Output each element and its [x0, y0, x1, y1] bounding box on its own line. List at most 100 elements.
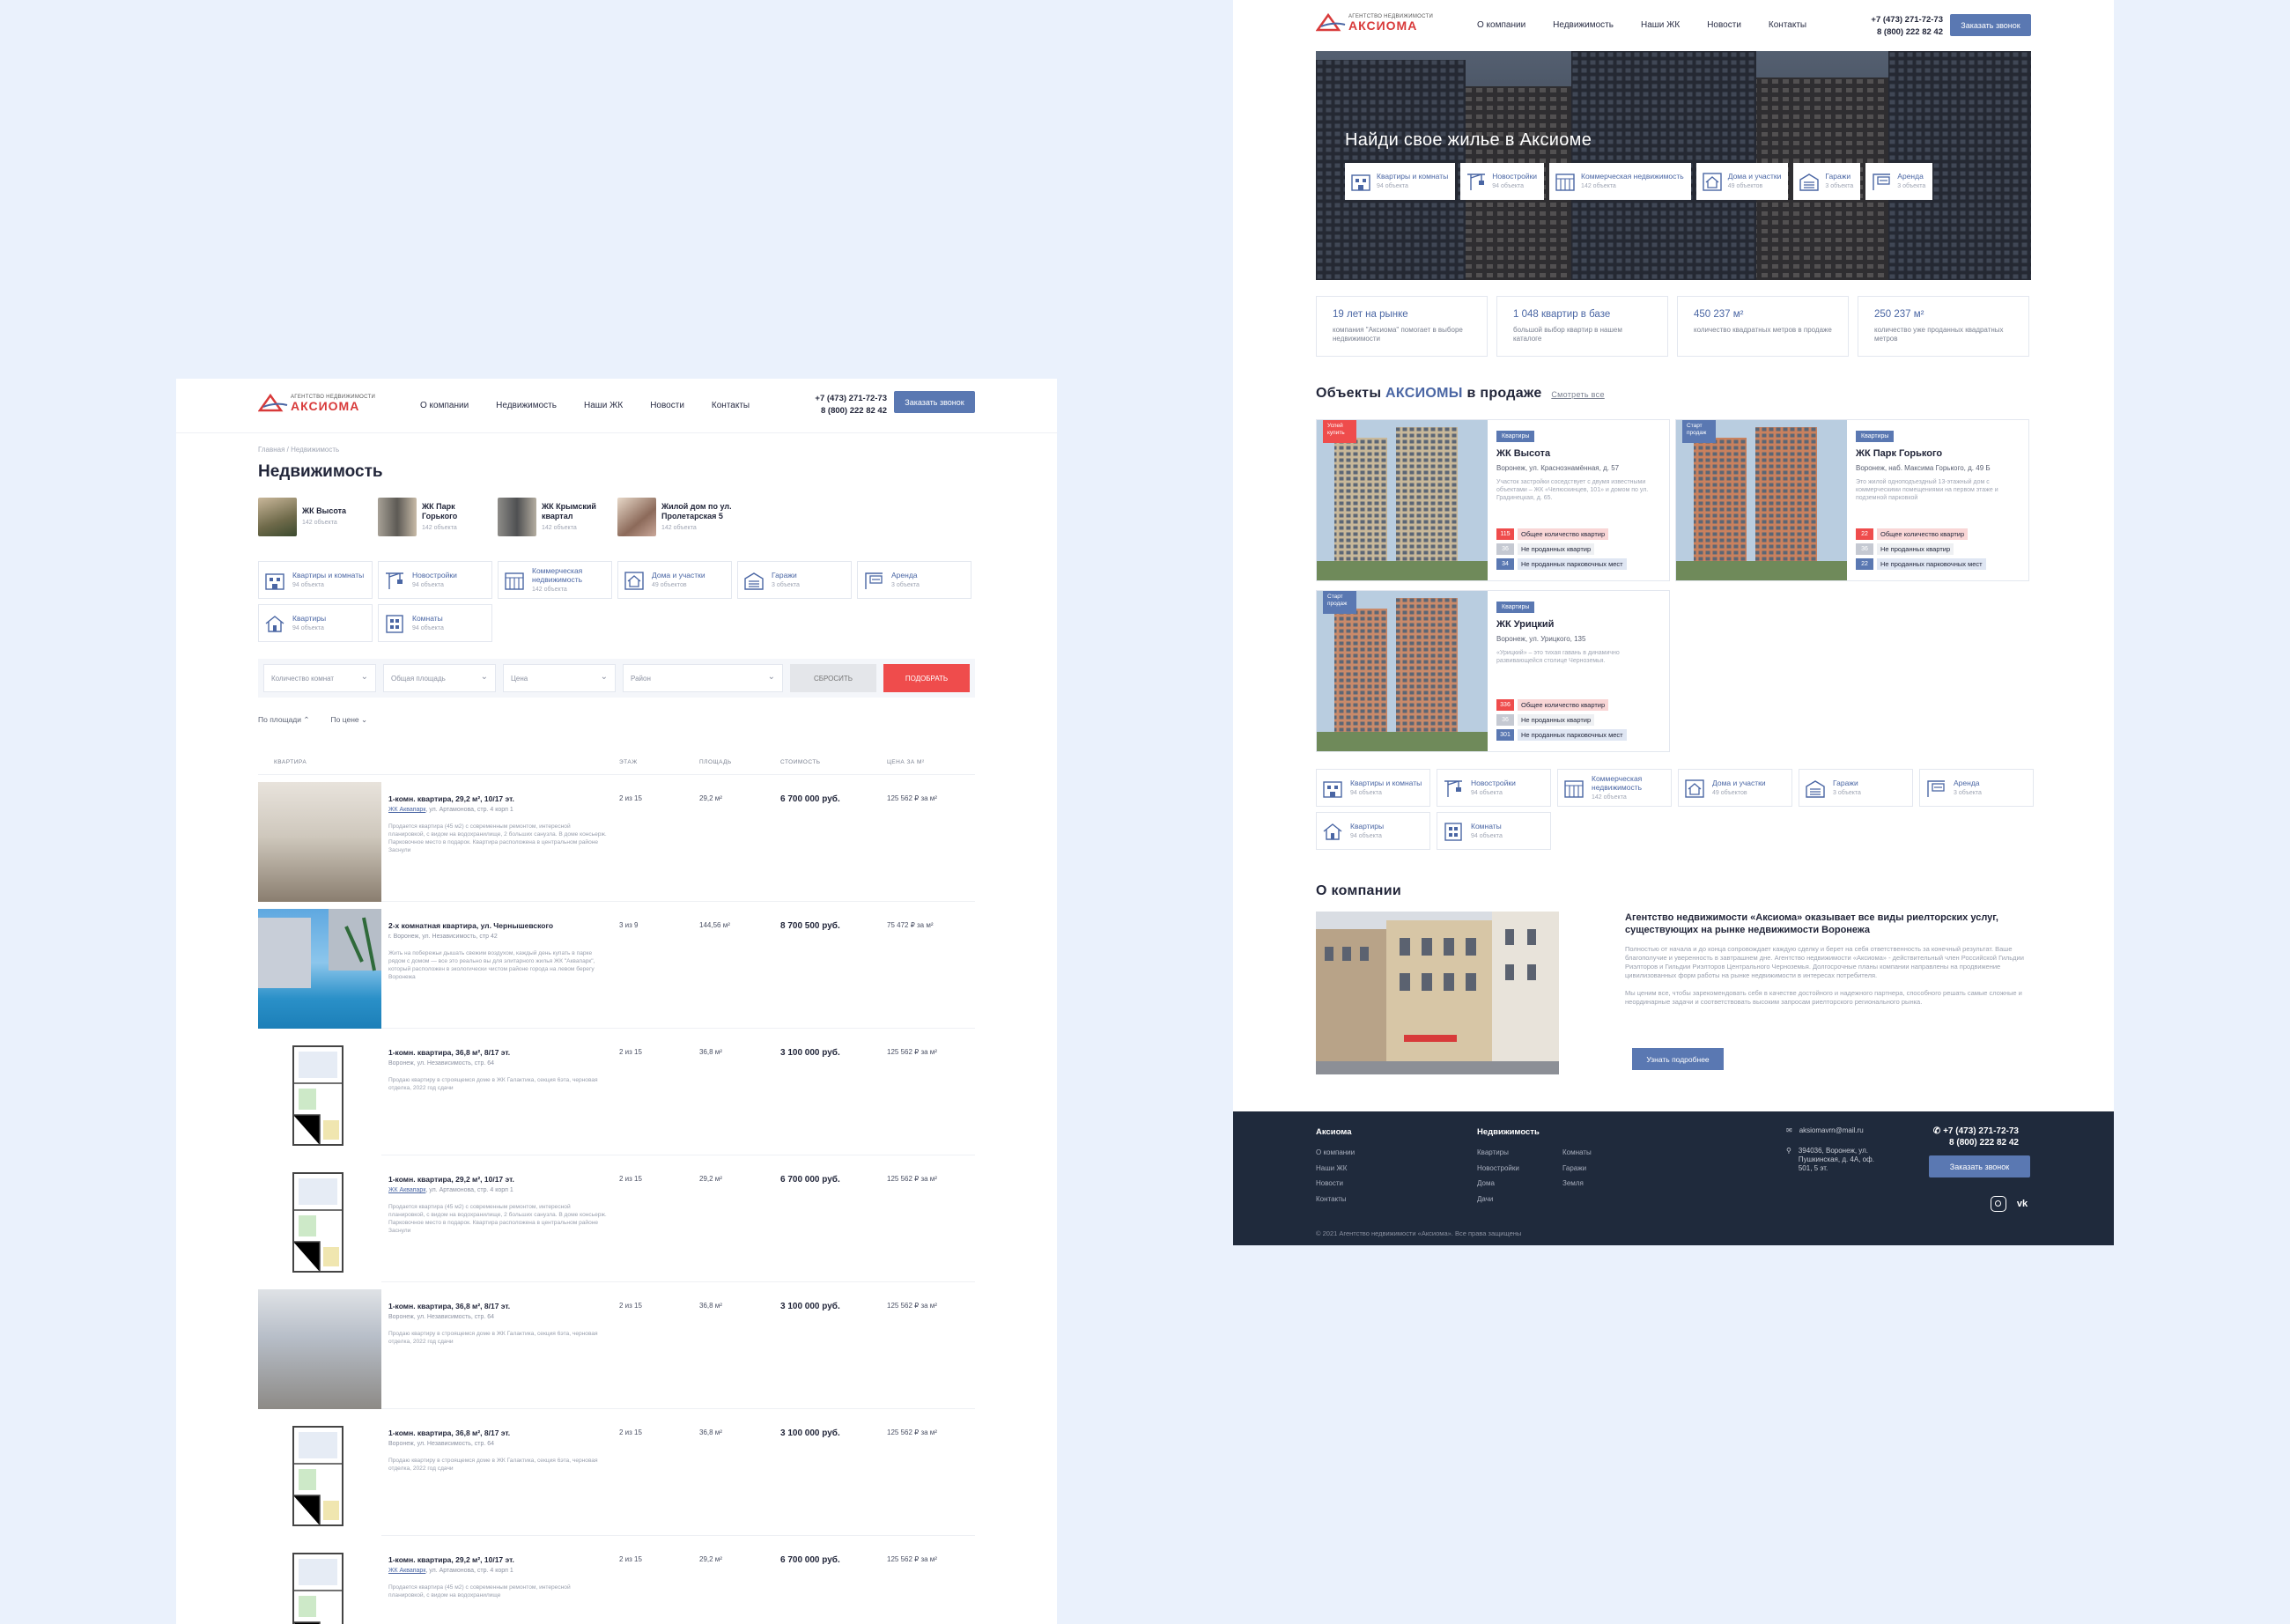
phone-1[interactable]: ✆ +7 (473) 271-72-73 — [1929, 1126, 2019, 1137]
phone-1[interactable]: +7 (473) 271-72-73 — [813, 393, 887, 405]
category-rent[interactable]: Аренда 3 объекта — [1919, 769, 2034, 807]
complex-title[interactable]: ЖК Парк Горького — [1856, 448, 1942, 459]
table-row[interactable]: 2-х комнатная квартира, ул. Чернышевског… — [258, 902, 975, 1029]
rooms-select[interactable]: Количество комнат — [263, 664, 376, 692]
complex-card[interactable]: Старт продаж Квартиры ЖК Парк Горького Воро… — [1675, 419, 2029, 581]
category-apartments[interactable]: Квартиры 94 объекта — [258, 604, 373, 642]
logo[interactable]: АГЕНТСТВО НЕДВИЖИМОСТИ АКСИОМА — [258, 393, 375, 414]
nav-contacts[interactable]: Контакты — [1769, 20, 1806, 30]
footer-link[interactable]: Наши ЖК — [1316, 1161, 1355, 1177]
sort-by-price[interactable]: По цене ⌄ — [331, 715, 368, 725]
district-select[interactable]: Район — [623, 664, 783, 692]
nav-complexes[interactable]: Наши ЖК — [1641, 20, 1680, 30]
footer-link[interactable]: Дачи — [1477, 1192, 1519, 1207]
footer-link[interactable]: Квартиры — [1477, 1145, 1519, 1161]
table-row[interactable]: 1-комн. квартира, 29,2 м², 10/17 эт. ЖК А… — [258, 1155, 975, 1282]
complex-title[interactable]: ЖК Урицкий — [1496, 619, 1554, 630]
category-new-buildings[interactable]: Новостройки 94 объекта — [1460, 163, 1545, 200]
complex-link[interactable]: ЖК Аквапарк — [388, 1568, 425, 1574]
callback-button[interactable]: Заказать звонок — [1950, 14, 2031, 36]
footer-link[interactable]: Контакты — [1316, 1192, 1355, 1207]
instagram-icon[interactable] — [1991, 1196, 2006, 1212]
apartment-title[interactable]: 1-комн. квартира, 36,8 м², 8/17 эт. — [388, 1428, 510, 1437]
table-row[interactable]: 1-комн. квартира, 36,8 м², 8/17 эт. Ворон… — [258, 1029, 975, 1155]
category-apartments-rooms[interactable]: Квартиры и комнаты 94 объекта — [258, 561, 373, 599]
apartment-photo[interactable] — [258, 1416, 381, 1536]
apartment-title[interactable]: 1-комн. квартира, 36,8 м², 8/17 эт. — [388, 1302, 510, 1310]
category-houses-plots[interactable]: Дома и участки 49 объектов — [1678, 769, 1792, 807]
category-new-buildings[interactable]: Новостройки 94 объекта — [1437, 769, 1551, 807]
nav-about[interactable]: О компании — [420, 401, 469, 410]
phone-2[interactable]: 8 (800) 222 82 42 — [813, 405, 887, 417]
reset-button[interactable]: СБРОСИТЬ — [790, 664, 876, 692]
footer-link[interactable]: Комнаты — [1562, 1145, 1592, 1161]
complex-card[interactable]: Успей купить Квартиры ЖК Высота Воронеж, ул… — [1316, 419, 1670, 581]
category-rooms[interactable]: Комнаты 94 объекта — [1437, 812, 1551, 850]
area-select[interactable]: Общая площадь — [383, 664, 496, 692]
nav-realty[interactable]: Недвижимость — [1553, 20, 1614, 30]
phone-2[interactable]: 8 (800) 222 82 42 — [1929, 1137, 2019, 1148]
category-apartments-rooms[interactable]: Квартиры и комнаты 94 объекта — [1316, 769, 1430, 807]
footer-link[interactable]: Дома — [1477, 1176, 1519, 1192]
category-rent[interactable]: Аренда 3 объекта — [857, 561, 971, 599]
category-houses-plots[interactable]: Дома и участки 49 объектов — [1695, 163, 1789, 200]
sort-by-area[interactable]: По площади ⌃ — [258, 715, 310, 725]
complex-card[interactable]: Старт продаж Квартиры ЖК Урицкий Воронеж, у… — [1316, 590, 1670, 752]
see-all-link[interactable]: Смотреть все — [1551, 390, 1604, 399]
complex-item[interactable]: ЖК Высота 142 объекта — [258, 498, 364, 536]
price-select[interactable]: Цена — [503, 664, 616, 692]
vk-icon[interactable]: vk — [2013, 1196, 2031, 1212]
category-garages[interactable]: Гаражи 3 объекта — [737, 561, 852, 599]
footer-link[interactable]: О компании — [1316, 1145, 1355, 1161]
nav-realty[interactable]: Недвижимость — [496, 401, 557, 410]
category-houses-plots[interactable]: Дома и участки 49 объектов — [617, 561, 732, 599]
table-row[interactable]: 1-комн. квартира, 29,2 м², 10/17 эт. ЖК А… — [258, 775, 975, 902]
complex-link[interactable]: ЖК Аквапарк — [388, 807, 425, 813]
complex-item[interactable]: ЖК Крымский квартал 142 объекта — [498, 498, 603, 536]
footer-link[interactable]: Новости — [1316, 1176, 1355, 1192]
category-new-buildings[interactable]: Новостройки 94 объекта — [378, 561, 492, 599]
apartment-title[interactable]: 1-комн. квартира, 29,2 м², 10/17 эт. — [388, 794, 514, 803]
category-commercial[interactable]: Коммерческая недвижимость 142 объекта — [1549, 163, 1691, 200]
nav-about[interactable]: О компании — [1477, 20, 1525, 30]
complex-title[interactable]: ЖК Высота — [1496, 448, 1550, 459]
footer-link[interactable]: Гаражи — [1562, 1161, 1592, 1177]
category-rooms[interactable]: Комнаты 94 объекта — [378, 604, 492, 642]
apartment-photo[interactable] — [258, 909, 381, 1029]
learn-more-button[interactable]: Узнать подробнее — [1632, 1048, 1724, 1070]
apartment-title[interactable]: 2-х комнатная квартира, ул. Чернышевског… — [388, 921, 553, 930]
footer-email[interactable]: ✉ aksiomavrn@mail.ru — [1786, 1126, 1864, 1134]
complex-item[interactable]: ЖК Парк Горького 142 объекта — [378, 498, 484, 536]
apartment-photo[interactable] — [258, 1036, 381, 1155]
phone-2[interactable]: 8 (800) 222 82 42 — [1869, 26, 1943, 39]
category-apartments[interactable]: Квартиры 94 объекта — [1316, 812, 1430, 850]
nav-complexes[interactable]: Наши ЖК — [584, 401, 623, 410]
complex-item[interactable]: Жилой дом по ул. Пролетарская 5 142 объек… — [617, 498, 732, 536]
search-button[interactable]: ПОДОБРАТЬ — [883, 664, 970, 692]
category-garages[interactable]: Гаражи 3 объекта — [1793, 163, 1861, 200]
callback-button[interactable]: Заказать звонок — [894, 391, 975, 413]
complex-link[interactable]: ЖК Аквапарк — [388, 1187, 425, 1193]
footer-link[interactable]: Земля — [1562, 1176, 1592, 1192]
breadcrumb[interactable]: Главная / Недвижимость — [258, 446, 339, 454]
apartment-title[interactable]: 1-комн. квартира, 29,2 м², 10/17 эт. — [388, 1175, 514, 1184]
nav-contacts[interactable]: Контакты — [712, 401, 750, 410]
logo[interactable]: АГЕНТСТВО НЕДВИЖИМОСТИ АКСИОМА — [1316, 12, 1433, 33]
phone-1[interactable]: +7 (473) 271-72-73 — [1869, 14, 1943, 26]
category-apartments-rooms[interactable]: Квартиры и комнаты 94 объекта — [1345, 163, 1456, 200]
nav-news[interactable]: Новости — [650, 401, 684, 410]
category-commercial[interactable]: Коммерческая недвижимость 142 объекта — [1557, 769, 1672, 807]
apartment-title[interactable]: 1-комн. квартира, 29,2 м², 10/17 эт. — [388, 1555, 514, 1564]
table-row[interactable]: 1-комн. квартира, 36,8 м², 8/17 эт. Ворон… — [258, 1282, 975, 1409]
apartment-title[interactable]: 1-комн. квартира, 36,8 м², 8/17 эт. — [388, 1048, 510, 1057]
footer-link[interactable]: Новостройки — [1477, 1161, 1519, 1177]
table-row[interactable]: 1-комн. квартира, 36,8 м², 8/17 эт. Ворон… — [258, 1409, 975, 1536]
callback-button[interactable]: Заказать звонок — [1929, 1155, 2030, 1177]
nav-news[interactable]: Новости — [1707, 20, 1741, 30]
apartment-photo[interactable] — [258, 1163, 381, 1282]
table-row[interactable]: 1-комн. квартира, 29,2 м², 10/17 эт. ЖК А… — [258, 1536, 975, 1624]
apartment-photo[interactable] — [258, 1543, 381, 1624]
category-garages[interactable]: Гаражи 3 объекта — [1799, 769, 1913, 807]
category-commercial[interactable]: Коммерческая недвижимость 142 объекта — [498, 561, 612, 599]
apartment-photo[interactable] — [258, 1289, 381, 1409]
